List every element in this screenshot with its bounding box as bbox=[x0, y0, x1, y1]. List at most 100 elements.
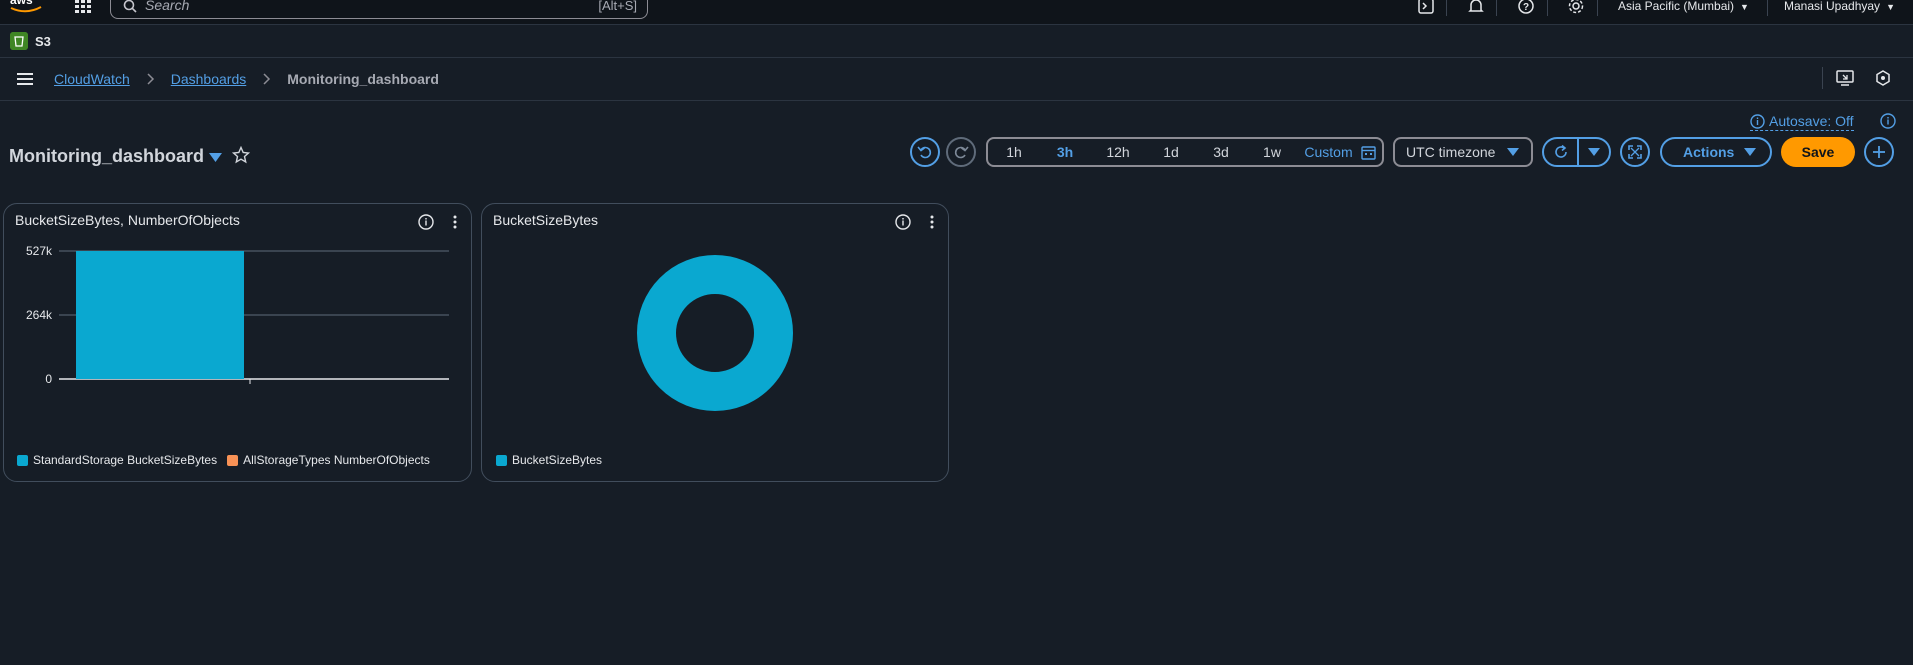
apps-grid-icon[interactable] bbox=[75, 0, 92, 13]
legend-swatch bbox=[496, 454, 507, 466]
widget-pie-chart: BucketSizeBytes BucketSizeBytes bbox=[481, 203, 949, 482]
search-input[interactable] bbox=[145, 0, 565, 14]
more-options-icon[interactable] bbox=[447, 214, 463, 230]
custom-range-button[interactable]: Custom bbox=[1298, 139, 1382, 165]
refresh-interval-dropdown[interactable] bbox=[1579, 139, 1609, 165]
info-icon[interactable] bbox=[418, 214, 434, 230]
y-tick-label: 0 bbox=[45, 372, 52, 386]
donut-chart bbox=[637, 255, 793, 411]
region-label: Asia Pacific (Mumbai) bbox=[1618, 0, 1735, 13]
legend-swatch bbox=[17, 454, 28, 466]
s3-service-icon[interactable] bbox=[10, 32, 28, 50]
more-options-icon[interactable] bbox=[924, 214, 940, 230]
caret-down-icon[interactable] bbox=[209, 153, 222, 162]
undo-button[interactable] bbox=[910, 137, 940, 167]
redo-button[interactable] bbox=[946, 137, 976, 167]
user-menu[interactable]: Manasi Upadhyay ▼ bbox=[1784, 0, 1895, 13]
user-name: Manasi Upadhyay bbox=[1784, 0, 1881, 13]
cloudshell-icon[interactable] bbox=[1417, 0, 1435, 16]
y-tick-label: 264k bbox=[26, 308, 53, 322]
actions-dropdown-button[interactable]: Actions bbox=[1660, 137, 1772, 167]
breadcrumb-bar: CloudWatch Dashboards Monitoring_dashboa… bbox=[0, 58, 1913, 101]
caret-down-icon bbox=[1588, 148, 1600, 156]
region-selector[interactable]: Asia Pacific (Mumbai) ▼ bbox=[1618, 0, 1749, 13]
redo-icon bbox=[954, 146, 969, 159]
legend-item[interactable]: BucketSizeBytes bbox=[496, 453, 602, 467]
caret-down-icon bbox=[1507, 148, 1519, 156]
chevron-right-icon bbox=[263, 73, 271, 85]
range-1d-button[interactable]: 1d bbox=[1146, 139, 1196, 165]
widget-title: BucketSizeBytes bbox=[493, 212, 599, 228]
custom-range-label: Custom bbox=[1304, 144, 1353, 160]
caret-down-icon: ▼ bbox=[1886, 2, 1895, 12]
autosave-label: Autosave: Off bbox=[1769, 113, 1854, 129]
range-1h-button[interactable]: 1h bbox=[988, 139, 1040, 165]
nav-divider bbox=[1597, 0, 1598, 16]
chart-legend: BucketSizeBytes bbox=[496, 453, 612, 467]
timezone-label: UTC timezone bbox=[1406, 144, 1496, 160]
chevron-right-icon bbox=[147, 73, 154, 85]
autosave-link[interactable]: Autosave: Off bbox=[1750, 113, 1854, 131]
top-navigation-bar: aws [Alt+S] ? Asia Pacific (Mumbai) ▼ Man… bbox=[0, 0, 1913, 25]
settings-gear-icon[interactable] bbox=[1567, 0, 1585, 16]
actions-label: Actions bbox=[1683, 144, 1735, 160]
legend-label: BucketSizeBytes bbox=[512, 453, 603, 467]
breadcrumb-current: Monitoring_dashboard bbox=[287, 71, 439, 87]
hamburger-menu-icon[interactable] bbox=[17, 72, 33, 86]
y-tick-label: 527k bbox=[26, 244, 53, 258]
nav-divider bbox=[1767, 0, 1768, 16]
legend-item[interactable]: AllStorageTypes NumberOfObjects bbox=[227, 453, 430, 467]
range-3d-button[interactable]: 3d bbox=[1196, 139, 1246, 165]
breadcrumb-dashboards[interactable]: Dashboards bbox=[171, 71, 247, 87]
s3-service-link[interactable]: S3 bbox=[35, 34, 51, 49]
add-widget-button[interactable] bbox=[1864, 137, 1894, 167]
help-icon[interactable]: ? bbox=[1517, 0, 1535, 16]
caret-down-icon: ▼ bbox=[1740, 2, 1749, 12]
service-favorites-bar: S3 bbox=[0, 25, 1913, 58]
refresh-icon bbox=[1554, 144, 1567, 158]
bar[interactable] bbox=[76, 251, 244, 379]
dashboard-title: Monitoring_dashboard bbox=[9, 146, 204, 166]
widget-title: BucketSizeBytes, NumberOfObjects bbox=[15, 212, 240, 228]
legend-swatch bbox=[227, 454, 239, 466]
pie-slice[interactable] bbox=[637, 255, 793, 411]
nav-divider bbox=[1496, 0, 1497, 16]
refresh-button-group bbox=[1542, 137, 1611, 167]
bar-chart: 0 264k 527k bbox=[26, 244, 449, 386]
timezone-select[interactable]: UTC timezone bbox=[1393, 137, 1533, 167]
fullscreen-button[interactable] bbox=[1620, 137, 1650, 167]
svg-text:aws: aws bbox=[10, 0, 33, 7]
time-range-selector: 1h 3h 12h 1d 3d 1w Custom bbox=[986, 137, 1384, 167]
breadcrumb: CloudWatch Dashboards Monitoring_dashboa… bbox=[54, 71, 439, 87]
feedback-hexagon-icon[interactable] bbox=[1875, 70, 1891, 86]
star-favorite-icon[interactable] bbox=[232, 146, 250, 164]
toolbar-divider bbox=[1822, 67, 1823, 89]
search-shortcut-hint: [Alt+S] bbox=[598, 0, 637, 13]
save-button[interactable]: Save bbox=[1781, 137, 1855, 167]
legend-label: AllStorageTypes NumberOfObjects bbox=[243, 453, 430, 467]
calendar-icon bbox=[1360, 145, 1376, 160]
legend-item[interactable]: StandardStorage BucketSizeBytes bbox=[17, 453, 217, 467]
chart-legend: StandardStorage BucketSizeBytes AllStora… bbox=[17, 453, 440, 467]
fullscreen-icon bbox=[1628, 145, 1642, 159]
legend-label: StandardStorage BucketSizeBytes bbox=[33, 453, 218, 467]
range-12h-button[interactable]: 12h bbox=[1090, 139, 1146, 165]
range-1w-button[interactable]: 1w bbox=[1246, 139, 1298, 165]
plus-icon bbox=[1873, 146, 1885, 158]
svg-text:?: ? bbox=[1523, 2, 1529, 13]
undo-icon bbox=[917, 146, 932, 159]
widget-bar-chart: BucketSizeBytes, NumberOfObjects 0 264k 52… bbox=[3, 203, 472, 482]
search-icon bbox=[123, 0, 137, 13]
aws-logo-icon[interactable]: aws bbox=[8, 0, 44, 18]
notifications-bell-icon[interactable] bbox=[1467, 0, 1485, 16]
range-3h-button[interactable]: 3h bbox=[1040, 139, 1090, 165]
info-icon[interactable] bbox=[1880, 113, 1896, 129]
breadcrumb-cloudwatch[interactable]: CloudWatch bbox=[54, 71, 130, 87]
screen-monitor-icon[interactable] bbox=[1836, 70, 1854, 86]
nav-divider bbox=[1547, 0, 1548, 16]
caret-down-icon bbox=[1744, 148, 1756, 156]
search-box[interactable]: [Alt+S] bbox=[110, 0, 648, 19]
nav-divider bbox=[1446, 0, 1447, 16]
info-icon[interactable] bbox=[895, 214, 911, 230]
refresh-button[interactable] bbox=[1544, 139, 1579, 165]
